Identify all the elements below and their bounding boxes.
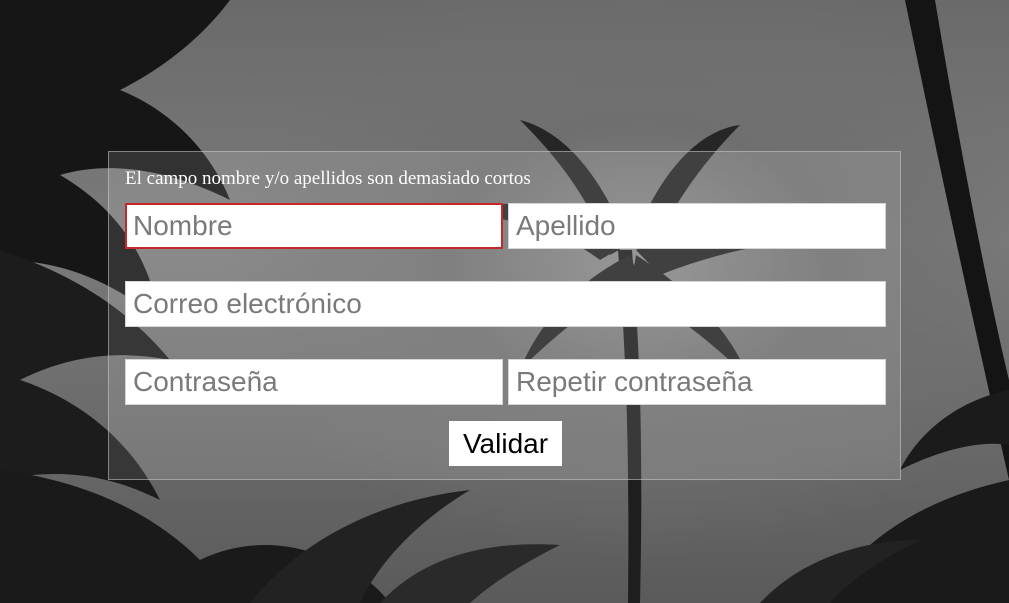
email-input[interactable] [125,281,886,327]
last-name-input[interactable] [508,203,886,249]
first-name-input[interactable] [125,203,503,249]
registration-form: El campo nombre y/o apellidos son demasi… [108,151,901,480]
repeat-password-input[interactable] [508,359,886,405]
validation-error-message: El campo nombre y/o apellidos son demasi… [125,168,531,189]
validate-button[interactable]: Validar [449,421,562,466]
password-input[interactable] [125,359,503,405]
